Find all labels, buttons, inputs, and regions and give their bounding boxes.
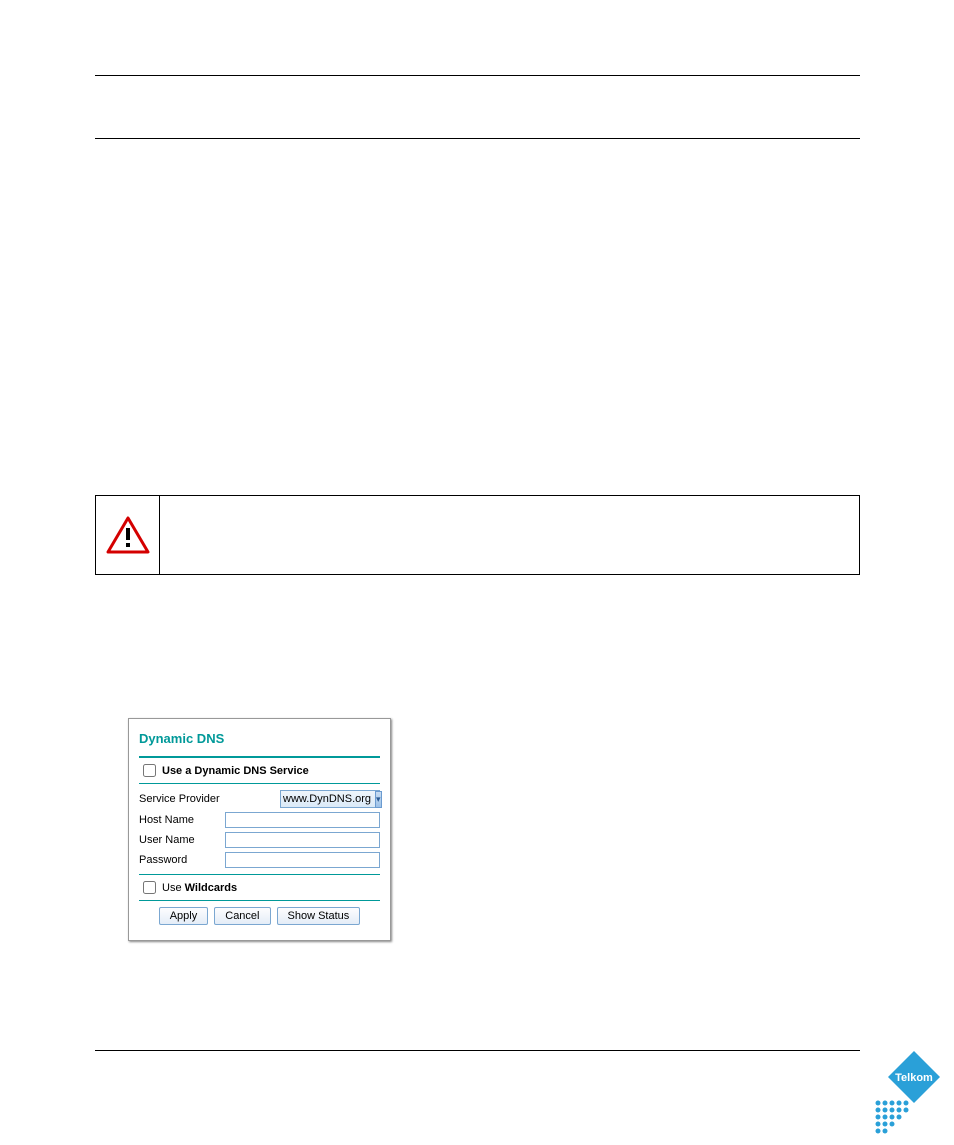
separator xyxy=(139,783,380,784)
service-provider-select[interactable]: www.DynDNS.org ▾ xyxy=(280,790,380,808)
telkom-logo: Telkom xyxy=(870,1049,942,1135)
user-name-label: User Name xyxy=(139,834,224,846)
rule-top-2 xyxy=(95,138,860,139)
service-provider-value: www.DynDNS.org xyxy=(283,793,371,805)
use-wildcards-row[interactable]: Use Wildcards xyxy=(139,881,380,894)
use-ddns-label: Use a Dynamic DNS Service xyxy=(162,765,309,777)
telkom-logo-icon: Telkom xyxy=(870,1049,942,1135)
host-name-input[interactable] xyxy=(225,812,380,828)
warning-text-cell xyxy=(160,496,859,574)
service-provider-row: Service Provider www.DynDNS.org ▾ xyxy=(139,790,380,808)
warning-box xyxy=(95,495,860,575)
panel-title: Dynamic DNS xyxy=(139,731,380,746)
separator xyxy=(139,756,380,758)
use-wildcards-checkbox[interactable] xyxy=(143,881,156,894)
page-root: Dynamic DNS Use a Dynamic DNS Service Se… xyxy=(0,0,954,1145)
use-ddns-row[interactable]: Use a Dynamic DNS Service xyxy=(139,764,380,777)
show-status-button[interactable]: Show Status xyxy=(277,907,361,925)
rule-top-1 xyxy=(95,75,860,76)
password-input[interactable] xyxy=(225,852,380,868)
chevron-down-icon: ▾ xyxy=(375,791,382,808)
password-row: Password xyxy=(139,852,380,868)
service-provider-label: Service Provider xyxy=(139,793,224,805)
password-label: Password xyxy=(139,854,224,866)
user-name-row: User Name xyxy=(139,832,380,848)
host-name-label: Host Name xyxy=(139,814,224,826)
warning-icon-cell xyxy=(96,496,160,574)
host-name-row: Host Name xyxy=(139,812,380,828)
user-name-input[interactable] xyxy=(225,832,380,848)
apply-button[interactable]: Apply xyxy=(159,907,209,925)
logo-text: Telkom xyxy=(895,1072,933,1084)
use-ddns-checkbox[interactable] xyxy=(143,764,156,777)
warning-triangle-icon xyxy=(106,516,150,554)
button-row: Apply Cancel Show Status xyxy=(139,907,380,925)
separator xyxy=(139,900,380,901)
separator xyxy=(139,874,380,875)
rule-bottom xyxy=(95,1050,860,1051)
dynamic-dns-panel: Dynamic DNS Use a Dynamic DNS Service Se… xyxy=(128,718,391,941)
use-wildcards-label: Use Wildcards xyxy=(162,882,237,894)
cancel-button[interactable]: Cancel xyxy=(214,907,270,925)
